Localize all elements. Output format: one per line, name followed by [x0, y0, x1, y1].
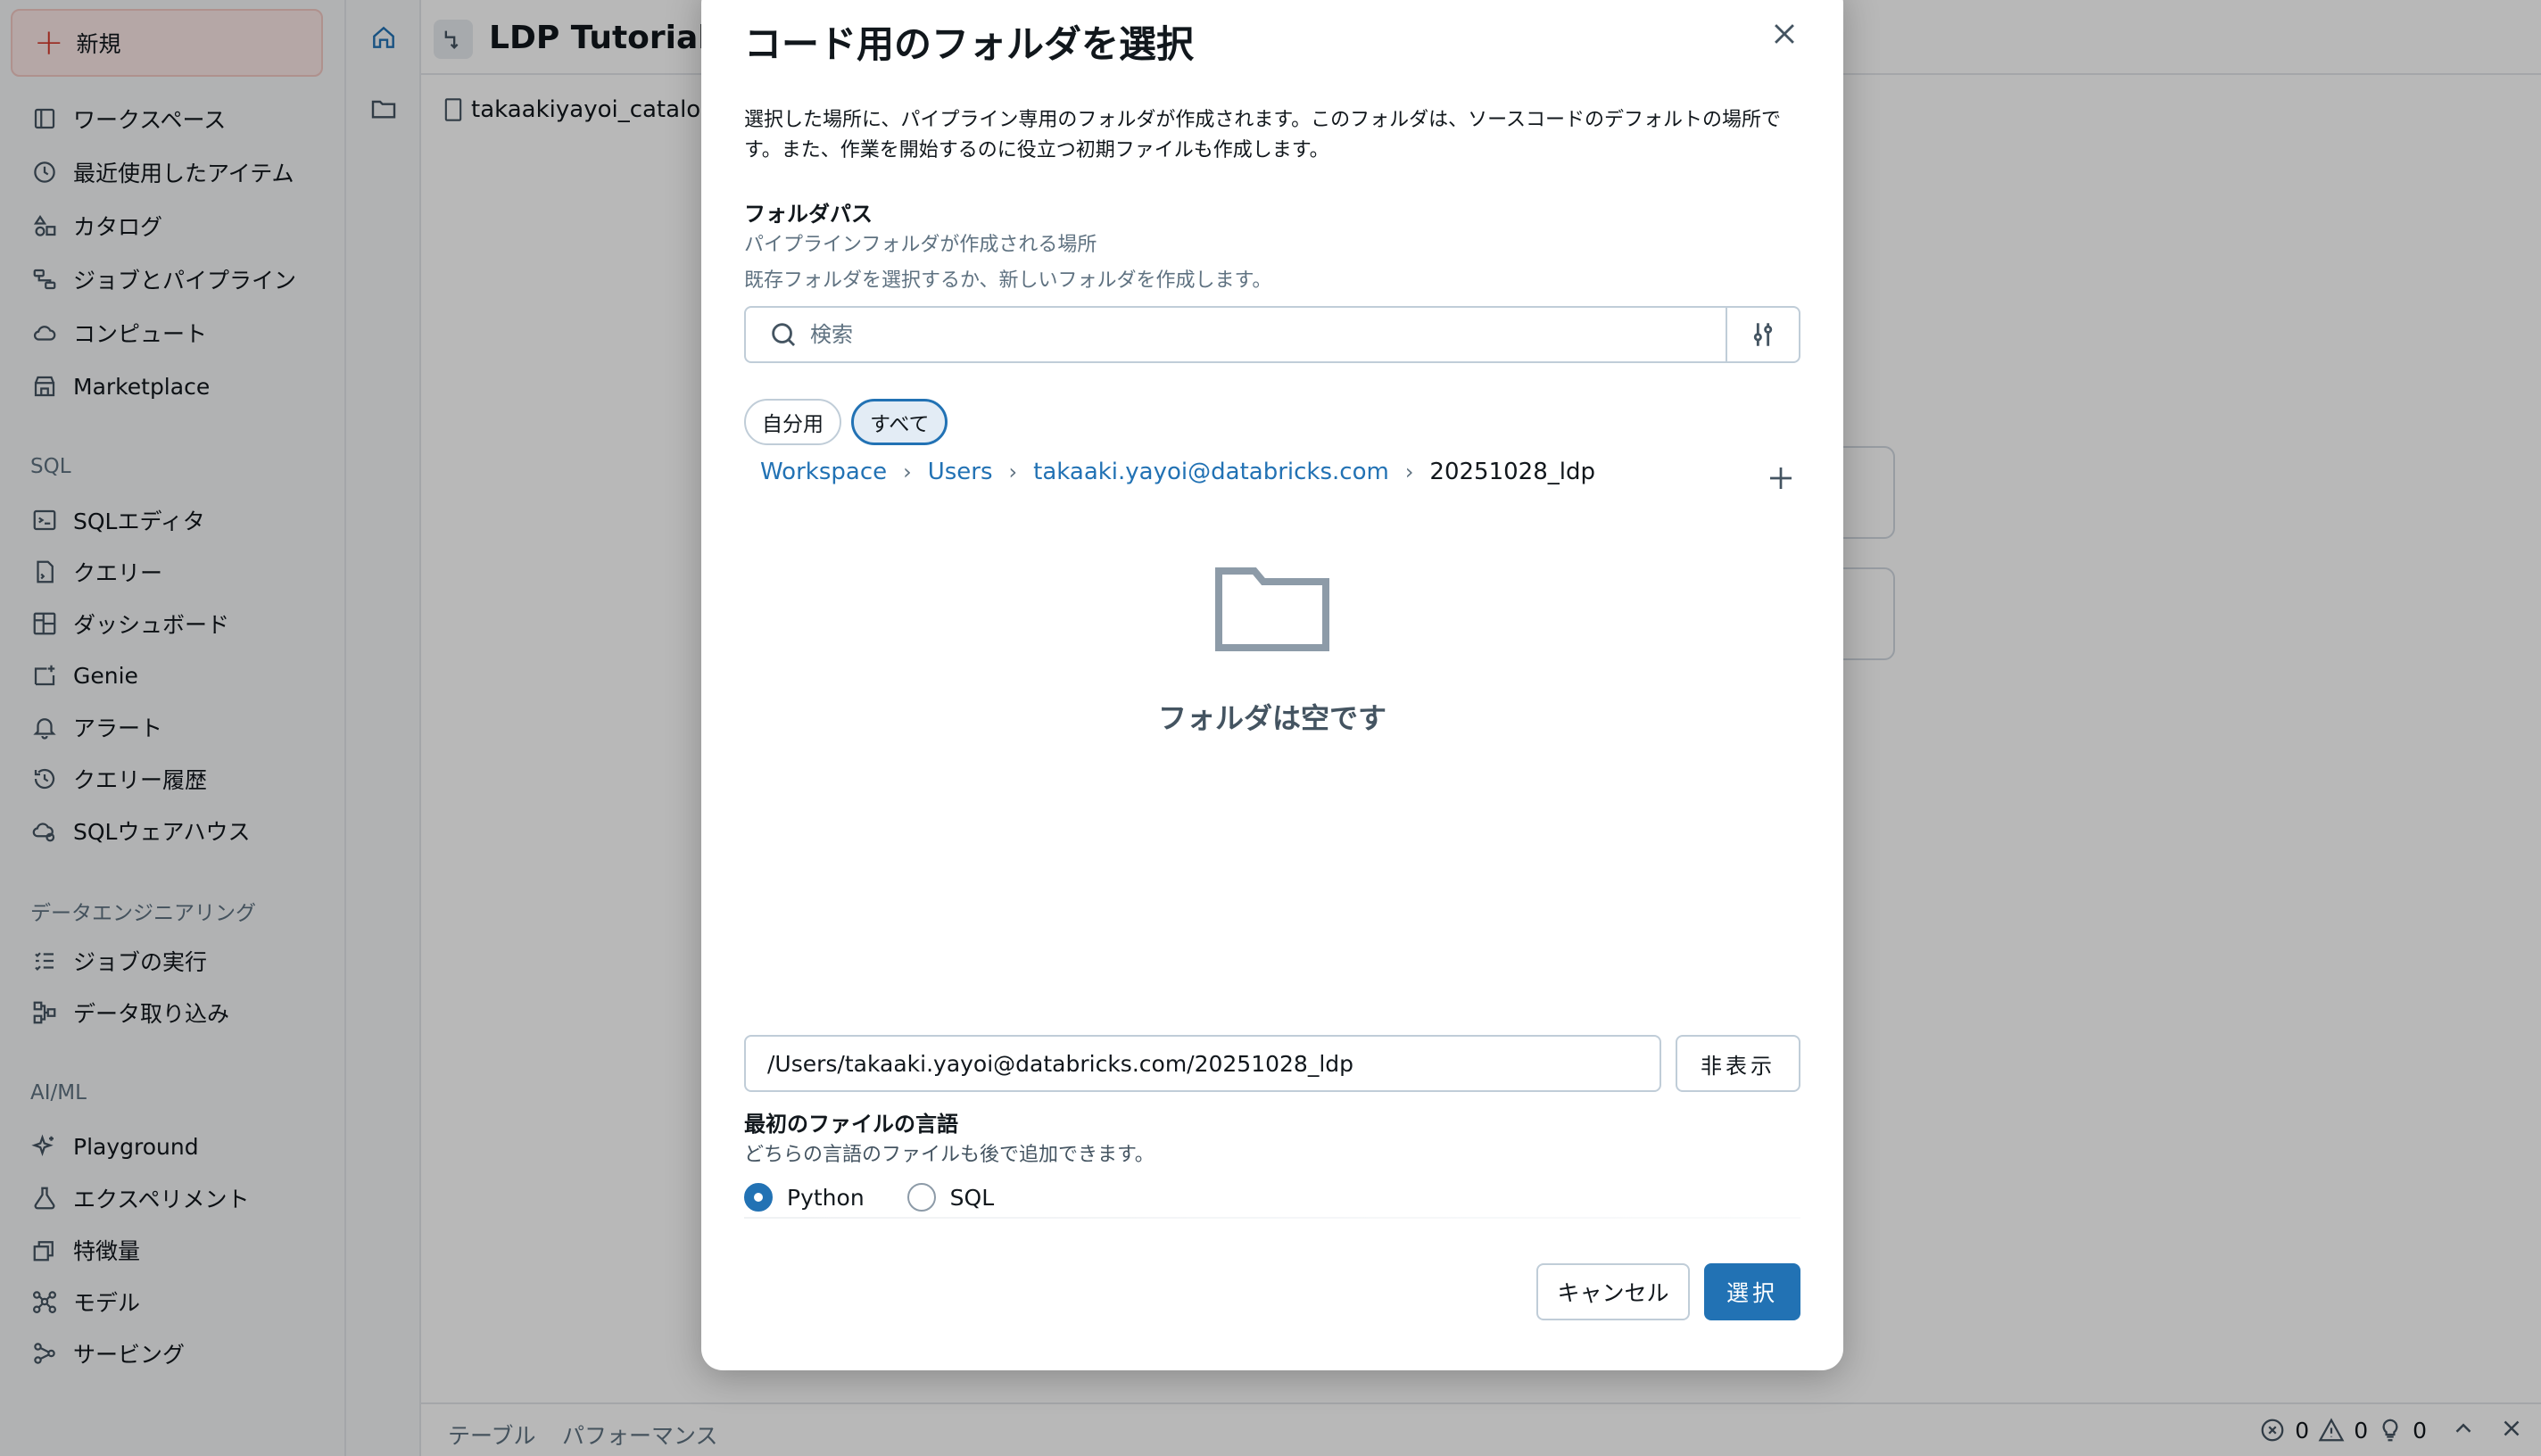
radio-sql-label: SQL	[949, 1184, 995, 1211]
divider	[744, 1217, 1800, 1219]
chevron-right-icon: ›	[1008, 459, 1018, 484]
filter-chip-mine[interactable]: 自分用	[744, 399, 841, 445]
language-hint: どちらの言語のファイルも後で追加できます。	[744, 1144, 1155, 1166]
search-icon	[766, 317, 801, 352]
dialog-description: 選択した場所に、パイプライン専用のフォルダが作成されます。このフォルダは、ソース…	[744, 109, 1782, 161]
breadcrumb-users[interactable]: Users	[928, 459, 993, 485]
empty-folder-icon	[1215, 567, 1329, 651]
filter-button[interactable]	[1726, 308, 1799, 361]
radio-sql[interactable]: SQL	[906, 1183, 995, 1212]
close-button[interactable]	[1765, 14, 1804, 54]
folder-path-hint: パイプラインフォルダが作成される場所	[744, 234, 1097, 256]
breadcrumb-current: 20251028_ldp	[1429, 459, 1595, 485]
chevron-right-icon: ›	[903, 459, 912, 484]
radio-python-control[interactable]	[744, 1183, 773, 1212]
empty-folder-text: フォルダは空です	[1157, 701, 1386, 735]
radio-sql-control[interactable]	[906, 1183, 936, 1212]
breadcrumb-workspace[interactable]: Workspace	[760, 459, 887, 485]
folder-path-hint-2: 既存フォルダを選択するか、新しいフォルダを作成します。	[744, 269, 1272, 292]
dialog-title: コード用のフォルダを選択	[744, 22, 1195, 66]
folder-search	[744, 306, 1800, 363]
language-label: 最初のファイルの言語	[744, 1112, 958, 1137]
add-folder-button[interactable]	[1761, 459, 1800, 498]
radio-python[interactable]: Python	[744, 1183, 865, 1212]
search-input[interactable]	[810, 322, 1702, 347]
select-button[interactable]: 選択	[1704, 1263, 1800, 1320]
close-icon	[1775, 24, 1794, 44]
hide-button[interactable]: 非表示	[1676, 1035, 1800, 1092]
filter-chip-all[interactable]: すべて	[851, 399, 948, 445]
breadcrumb-user-folder[interactable]: takaaki.yayoi@databricks.com	[1033, 459, 1389, 485]
radio-python-label: Python	[787, 1184, 865, 1211]
select-folder-dialog: コード用のフォルダを選択 選択した場所に、パイプライン専用のフォルダが作成されま…	[701, 0, 1843, 1370]
folder-path-label: フォルダパス	[744, 202, 873, 227]
plus-icon	[1770, 467, 1792, 489]
breadcrumb: Workspace › Users › takaaki.yayoi@databr…	[760, 459, 1595, 485]
folder-path-input[interactable]	[744, 1035, 1661, 1092]
language-radio-group: Python SQL	[744, 1183, 1037, 1212]
chevron-right-icon: ›	[1404, 459, 1414, 484]
sliders-icon	[1753, 323, 1773, 346]
cancel-button[interactable]: キャンセル	[1536, 1263, 1690, 1320]
